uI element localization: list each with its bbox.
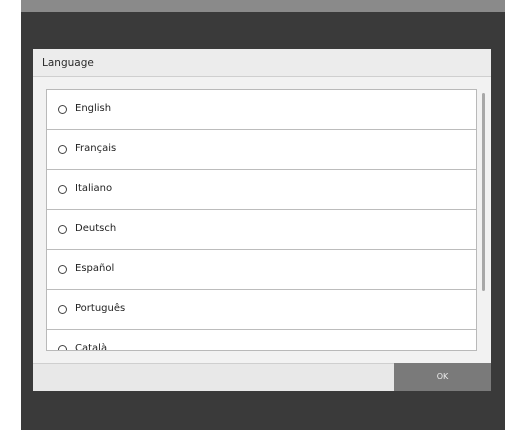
dialog-title: Language <box>42 57 94 69</box>
language-option-label: English <box>75 103 112 114</box>
radio-button-icon[interactable] <box>58 145 67 154</box>
language-option-label: Français <box>75 143 117 154</box>
list-scrollbar[interactable] <box>482 93 485 291</box>
language-option-portugues[interactable]: Português <box>47 290 476 330</box>
ok-button[interactable]: OK <box>394 363 491 391</box>
language-option-label: Italiano <box>75 183 113 194</box>
language-option-english[interactable]: English <box>47 90 476 130</box>
list-area: English Français Italiano Deutsch Españo <box>33 77 491 363</box>
language-option-label: Español <box>75 263 115 274</box>
radio-button-icon[interactable] <box>58 305 67 314</box>
language-option-label: Deutsch <box>75 223 117 234</box>
language-option-francais[interactable]: Français <box>47 130 476 170</box>
radio-button-icon[interactable] <box>58 265 67 274</box>
radio-button-icon[interactable] <box>58 105 67 114</box>
language-option-catala[interactable]: Català <box>47 330 476 351</box>
radio-button-icon[interactable] <box>58 185 67 194</box>
language-option-italiano[interactable]: Italiano <box>47 170 476 210</box>
language-dialog: Language English Français Italiano Deuts… <box>33 49 491 391</box>
top-status-strip <box>21 0 505 12</box>
device-screen: Language English Français Italiano Deuts… <box>21 0 505 430</box>
language-option-label: Català <box>75 343 108 351</box>
language-list[interactable]: English Français Italiano Deutsch Españo <box>46 89 477 351</box>
language-option-espanol[interactable]: Español <box>47 250 476 290</box>
language-option-deutsch[interactable]: Deutsch <box>47 210 476 250</box>
radio-button-icon[interactable] <box>58 225 67 234</box>
language-option-label: Português <box>75 303 126 314</box>
radio-button-icon[interactable] <box>58 345 67 350</box>
dialog-header: Language <box>33 49 491 77</box>
